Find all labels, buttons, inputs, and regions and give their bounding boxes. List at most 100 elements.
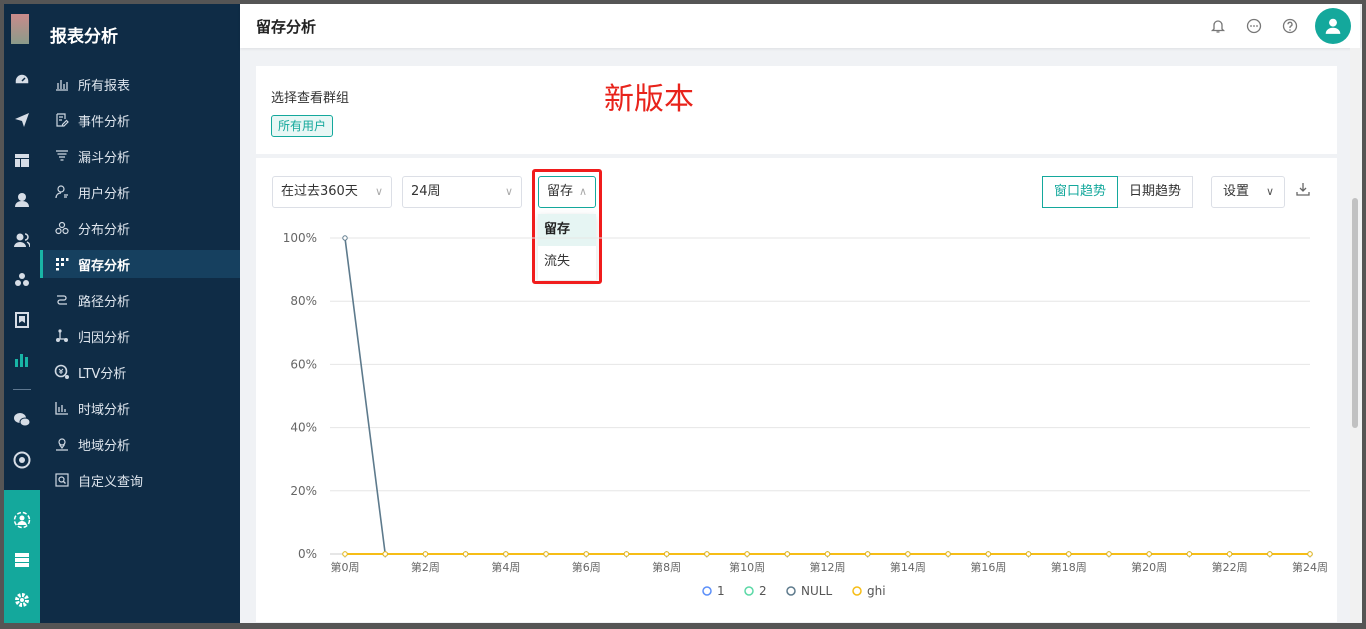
data-point: [623, 551, 630, 557]
gear-icon[interactable]: [4, 588, 40, 612]
data-point: [704, 551, 710, 557]
page-scrollbar[interactable]: [1350, 48, 1360, 623]
sidebar-item[interactable]: 所有报表: [40, 70, 240, 98]
data-point: [543, 551, 549, 557]
data-point: [1066, 551, 1072, 557]
data-point: [865, 551, 871, 557]
data-point: [663, 551, 670, 557]
group-selector-card: 选择查看群组 所有用户: [256, 66, 1337, 154]
sidebar-item[interactable]: 地域分析: [40, 430, 240, 458]
data-point: [1186, 551, 1193, 557]
annotation-new-version: 新版本: [604, 82, 694, 117]
data-point: [623, 551, 630, 557]
data-point: [623, 551, 630, 557]
sidebar-item[interactable]: 时域分析: [40, 394, 240, 422]
menu-title: 报表分析: [50, 27, 118, 47]
wechat-icon[interactable]: [4, 408, 40, 432]
dropdown-option-churn[interactable]: 流失: [538, 246, 596, 278]
x-tick-label: 第2周: [411, 560, 440, 574]
data-point: [1186, 551, 1193, 557]
distribution-icon: [54, 220, 70, 236]
data-point: [1106, 551, 1112, 557]
data-point: [824, 551, 831, 557]
data-point: [704, 551, 710, 557]
x-tick-label: 第16周: [970, 560, 1006, 574]
help-icon[interactable]: [1280, 16, 1300, 36]
dashboard-icon[interactable]: [4, 68, 40, 92]
metric-select[interactable]: 留存 ∧: [538, 176, 596, 208]
x-tick-label: 第14周: [890, 560, 926, 574]
date-range-select[interactable]: 在过去360天 ∨: [272, 176, 392, 208]
sidebar-item[interactable]: 留存分析: [40, 250, 240, 278]
data-point: [543, 551, 549, 557]
legend-marker: [744, 586, 754, 596]
sidebar-item-label: LTV分析: [78, 366, 127, 382]
data-point: [342, 551, 348, 557]
sidebar-item[interactable]: 分布分析: [40, 214, 240, 242]
user-icon: [54, 184, 70, 200]
data-point: [784, 551, 790, 557]
data-point: [704, 551, 710, 557]
team-icon[interactable]: [4, 508, 40, 532]
data-point: [744, 551, 750, 557]
sidebar-item-label: 地域分析: [78, 438, 131, 454]
dropdown-option-retention[interactable]: 留存: [538, 214, 596, 246]
sidebar-item[interactable]: 归因分析: [40, 322, 240, 350]
window-trend-button[interactable]: 窗口趋势: [1042, 176, 1119, 208]
data-point: [1267, 551, 1273, 557]
data-point: [583, 551, 589, 557]
data-point: [824, 551, 831, 557]
sidebar-item-label: 留存分析: [78, 258, 131, 274]
sidebar-item[interactable]: 用户分析: [40, 178, 240, 206]
group-tag-all-users[interactable]: 所有用户: [271, 115, 334, 137]
sidebar-item[interactable]: 自定义查询: [40, 466, 240, 494]
avatar-icon[interactable]: [1315, 8, 1351, 44]
bell-icon[interactable]: [1208, 16, 1228, 36]
data-point: [422, 551, 429, 557]
x-tick-label: 第0周: [331, 560, 360, 574]
scrollbar-thumb[interactable]: [1352, 198, 1358, 428]
data-point: [945, 551, 951, 557]
layout-icon[interactable]: [4, 148, 40, 172]
period-select[interactable]: 24周 ∨: [402, 176, 522, 208]
chat-icon[interactable]: [1244, 16, 1264, 36]
send-icon[interactable]: [4, 108, 40, 132]
legend-label: NULL: [801, 584, 832, 598]
y-tick-label: 60%: [290, 357, 317, 371]
data-point: [382, 551, 388, 557]
sidebar-item-label: 事件分析: [78, 114, 131, 130]
users-icon[interactable]: [4, 228, 40, 252]
target-icon[interactable]: [4, 448, 40, 472]
chevron-down-icon: ∨: [1265, 185, 1274, 198]
data-point: [663, 551, 670, 557]
data-point: [744, 551, 750, 557]
date-trend-button[interactable]: 日期趋势: [1118, 176, 1194, 208]
sidebar-item[interactable]: 漏斗分析: [40, 142, 240, 170]
data-point: [865, 551, 871, 557]
data-point: [985, 551, 992, 557]
data-point: [663, 551, 670, 557]
metric-dropdown: 留存 流失: [538, 214, 596, 280]
y-tick-label: 20%: [290, 484, 317, 498]
period-value: 24周: [411, 184, 441, 199]
data-point: [744, 551, 750, 557]
data-point: [945, 551, 951, 557]
x-tick-label: 第20周: [1131, 560, 1167, 574]
bookmark-icon[interactable]: [4, 308, 40, 332]
x-tick-label: 第18周: [1051, 560, 1087, 574]
server-icon[interactable]: [4, 548, 40, 572]
timeline-chart-icon: [54, 400, 70, 416]
cluster-icon[interactable]: [4, 268, 40, 292]
data-point: [462, 551, 469, 557]
sidebar-item[interactable]: 路径分析: [40, 286, 240, 314]
download-icon[interactable]: [1296, 182, 1314, 200]
bar-chart-icon[interactable]: [4, 348, 40, 372]
data-point: [1226, 551, 1233, 557]
user-icon[interactable]: [4, 188, 40, 212]
sidebar-item[interactable]: 事件分析: [40, 106, 240, 134]
settings-button[interactable]: 设置 ∨: [1211, 176, 1285, 208]
data-point: [583, 551, 589, 557]
sidebar-item[interactable]: LTV分析: [40, 358, 240, 386]
data-point: [583, 551, 589, 557]
data-point: [985, 551, 992, 557]
